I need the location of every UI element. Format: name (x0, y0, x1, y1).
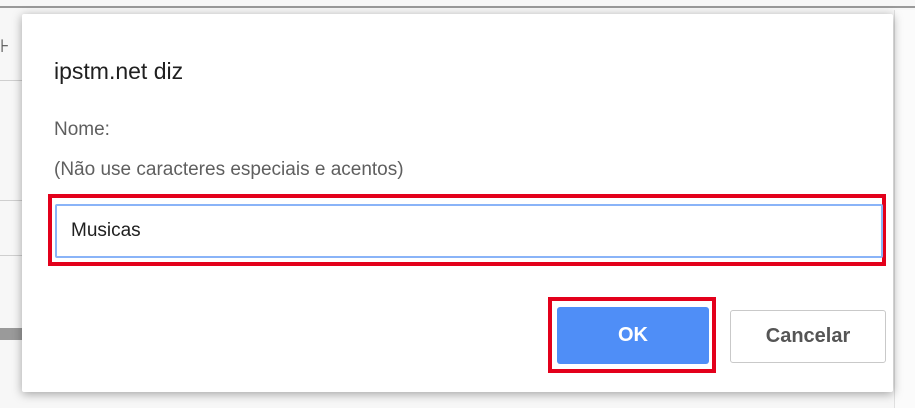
page-right-edge (894, 10, 915, 408)
page-rule (0, 200, 22, 201)
cancel-button[interactable]: Cancelar (730, 310, 886, 363)
page-divider (0, 6, 915, 8)
prompt-dialog: ipstm.net diz Nome: (Não use caracteres … (22, 14, 893, 392)
page-fragment-bar (0, 328, 22, 340)
page-rule (0, 80, 22, 81)
dialog-title: ipstm.net diz (54, 58, 184, 84)
page-rule (0, 255, 22, 256)
prompt-label: Nome: (54, 119, 110, 140)
page-fragment: ⊦ (0, 36, 10, 56)
name-input[interactable] (55, 204, 883, 258)
prompt-hint: (Não use caracteres especiais e acentos) (54, 159, 404, 180)
ok-button[interactable]: OK (557, 307, 709, 364)
